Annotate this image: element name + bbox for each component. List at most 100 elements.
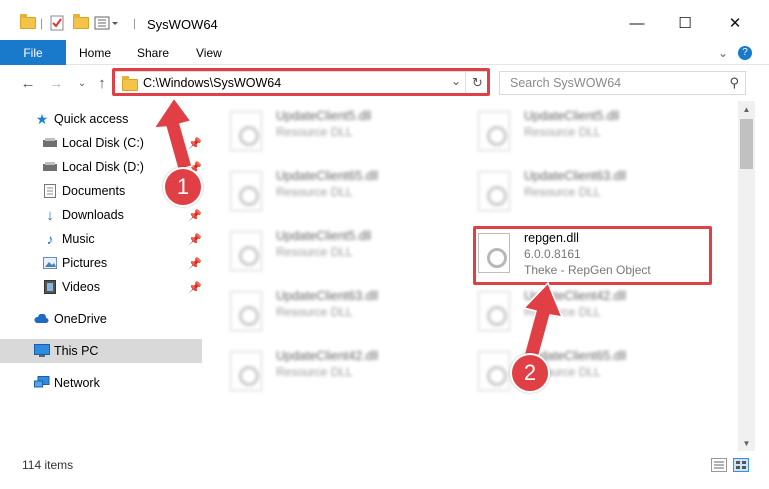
file-item[interactable]: UpdateClient65.dll Resource DLL bbox=[220, 165, 440, 219]
dll-file-icon bbox=[478, 171, 510, 211]
videos-icon bbox=[42, 279, 58, 295]
file-item[interactable]: UpdateClient65.dll Resource DLL bbox=[468, 345, 688, 399]
title-bar: | | SysWOW64 — ☐ ✕ bbox=[0, 0, 769, 40]
dll-file-icon bbox=[230, 231, 262, 271]
ribbon: File Home Share View ⌄ ? bbox=[0, 40, 769, 65]
tab-view[interactable]: View bbox=[196, 40, 222, 65]
documents-icon bbox=[42, 183, 58, 199]
file-type: Resource DLL bbox=[276, 245, 353, 259]
file-type: Resource DLL bbox=[524, 305, 601, 319]
file-type: Resource DLL bbox=[276, 185, 353, 199]
pin-icon[interactable]: 📌 bbox=[188, 281, 202, 294]
sidebar-label: Network bbox=[54, 376, 100, 390]
search-box[interactable]: ⚲ bbox=[499, 71, 746, 95]
item-count: 114 items bbox=[22, 458, 74, 472]
sidebar-item-videos[interactable]: Videos 📌 bbox=[0, 275, 202, 299]
file-item[interactable]: UpdateClient63.dll Resource DLL bbox=[468, 165, 688, 219]
pin-icon[interactable]: 📌 bbox=[188, 137, 202, 150]
tiles-view-icon[interactable] bbox=[733, 458, 749, 472]
tab-home[interactable]: Home bbox=[79, 40, 111, 65]
properties-icon[interactable] bbox=[50, 14, 64, 32]
search-icon[interactable]: ⚲ bbox=[729, 75, 739, 91]
file-item[interactable]: UpdateClient5.dll Resource DLL bbox=[220, 105, 440, 159]
sidebar-label: Local Disk (D:) bbox=[62, 160, 144, 174]
maximize-icon[interactable]: ☐ bbox=[662, 8, 708, 38]
sidebar-label: Local Disk (C:) bbox=[62, 136, 144, 150]
pin-icon[interactable]: 📌 bbox=[188, 209, 202, 222]
file-item[interactable]: UpdateClient42.dll Resource DLL bbox=[468, 285, 688, 339]
sidebar-item-downloads[interactable]: ↓ Downloads 📌 bbox=[0, 203, 202, 227]
file-item[interactable]: UpdateClient5.dll Resource DLL bbox=[220, 225, 440, 279]
dll-file-icon bbox=[230, 111, 262, 151]
customize-toolbar-icon[interactable] bbox=[94, 14, 118, 32]
music-icon: ♪ bbox=[46, 231, 54, 247]
cloud-icon bbox=[34, 311, 50, 327]
vertical-scrollbar[interactable]: ▲ ▼ bbox=[738, 101, 755, 451]
dll-file-icon bbox=[478, 351, 510, 391]
sidebar-label: This PC bbox=[54, 344, 99, 358]
new-folder-icon[interactable] bbox=[73, 14, 89, 32]
download-icon: ↓ bbox=[46, 206, 54, 224]
scroll-thumb[interactable] bbox=[740, 119, 753, 169]
file-type: Resource DLL bbox=[276, 305, 353, 319]
pin-icon[interactable]: 📌 bbox=[188, 233, 202, 246]
sidebar-label: Documents bbox=[62, 184, 126, 198]
file-item[interactable]: UpdateClient5.dll Resource DLL bbox=[468, 105, 688, 159]
tab-file[interactable]: File bbox=[0, 40, 66, 65]
search-input[interactable] bbox=[510, 72, 720, 94]
file-name: UpdateClient5.dll bbox=[276, 229, 372, 243]
help-icon[interactable]: ? bbox=[738, 40, 752, 65]
dll-file-icon bbox=[230, 351, 262, 391]
file-name: UpdateClient63.dll bbox=[524, 169, 627, 183]
up-arrow-icon[interactable]: ↑ bbox=[92, 73, 112, 93]
file-item[interactable]: UpdateClient42.dll Resource DLL bbox=[220, 345, 440, 399]
file-item[interactable]: UpdateClient63.dll Resource DLL bbox=[220, 285, 440, 339]
file-highlight-box bbox=[473, 226, 712, 285]
address-highlight-box bbox=[112, 68, 490, 96]
scroll-down-icon[interactable]: ▼ bbox=[738, 435, 755, 451]
sidebar-label: Videos bbox=[62, 280, 100, 294]
pin-icon[interactable]: 📌 bbox=[188, 257, 202, 270]
close-icon[interactable]: ✕ bbox=[712, 8, 758, 38]
back-arrow-icon[interactable]: ← bbox=[18, 73, 38, 93]
file-type: Resource DLL bbox=[524, 125, 601, 139]
sidebar-item-local-disk-c[interactable]: Local Disk (C:) 📌 bbox=[0, 131, 202, 155]
sidebar-label: OneDrive bbox=[54, 312, 107, 326]
dll-file-icon bbox=[478, 291, 510, 331]
file-type: Resource DLL bbox=[276, 365, 353, 379]
navigation-pane: ★ Quick access Local Disk (C:) 📌 Local D… bbox=[0, 101, 210, 451]
callout-2: 2 bbox=[510, 353, 550, 393]
recent-locations-icon[interactable]: ⌄ bbox=[72, 73, 92, 93]
file-type: Resource DLL bbox=[524, 185, 601, 199]
sidebar-label: Quick access bbox=[54, 112, 129, 126]
file-name: UpdateClient42.dll bbox=[524, 289, 627, 303]
minimize-icon[interactable]: — bbox=[614, 8, 660, 38]
sidebar-label: Downloads bbox=[62, 208, 124, 222]
sidebar-item-quick-access[interactable]: ★ Quick access bbox=[0, 107, 202, 131]
file-name: UpdateClient63.dll bbox=[276, 289, 379, 303]
sidebar-item-pictures[interactable]: Pictures 📌 bbox=[0, 251, 202, 275]
file-name: UpdateClient65.dll bbox=[276, 169, 379, 183]
pictures-icon bbox=[42, 255, 58, 271]
sidebar-item-music[interactable]: ♪ Music 📌 bbox=[0, 227, 202, 251]
expand-ribbon-icon[interactable]: ⌄ bbox=[718, 40, 728, 65]
separator: | bbox=[133, 16, 137, 30]
folder-icon bbox=[20, 14, 36, 32]
sidebar-item-onedrive[interactable]: OneDrive bbox=[0, 307, 202, 331]
sidebar-item-network[interactable]: Network bbox=[0, 371, 202, 395]
sidebar-item-this-pc[interactable]: This PC bbox=[0, 339, 202, 363]
file-name: UpdateClient5.dll bbox=[276, 109, 372, 123]
forward-arrow-icon[interactable]: → bbox=[46, 73, 66, 93]
details-view-icon[interactable] bbox=[711, 458, 727, 472]
tab-share[interactable]: Share bbox=[137, 40, 169, 65]
dll-file-icon bbox=[230, 291, 262, 331]
file-name: UpdateClient42.dll bbox=[276, 349, 379, 363]
status-bar: 114 items bbox=[0, 451, 769, 489]
drive-icon bbox=[42, 159, 58, 175]
callout-1: 1 bbox=[163, 167, 203, 207]
network-icon bbox=[34, 375, 50, 391]
separator: | bbox=[40, 16, 44, 30]
dll-file-icon bbox=[230, 171, 262, 211]
file-type: Resource DLL bbox=[276, 125, 353, 139]
scroll-up-icon[interactable]: ▲ bbox=[738, 101, 755, 117]
